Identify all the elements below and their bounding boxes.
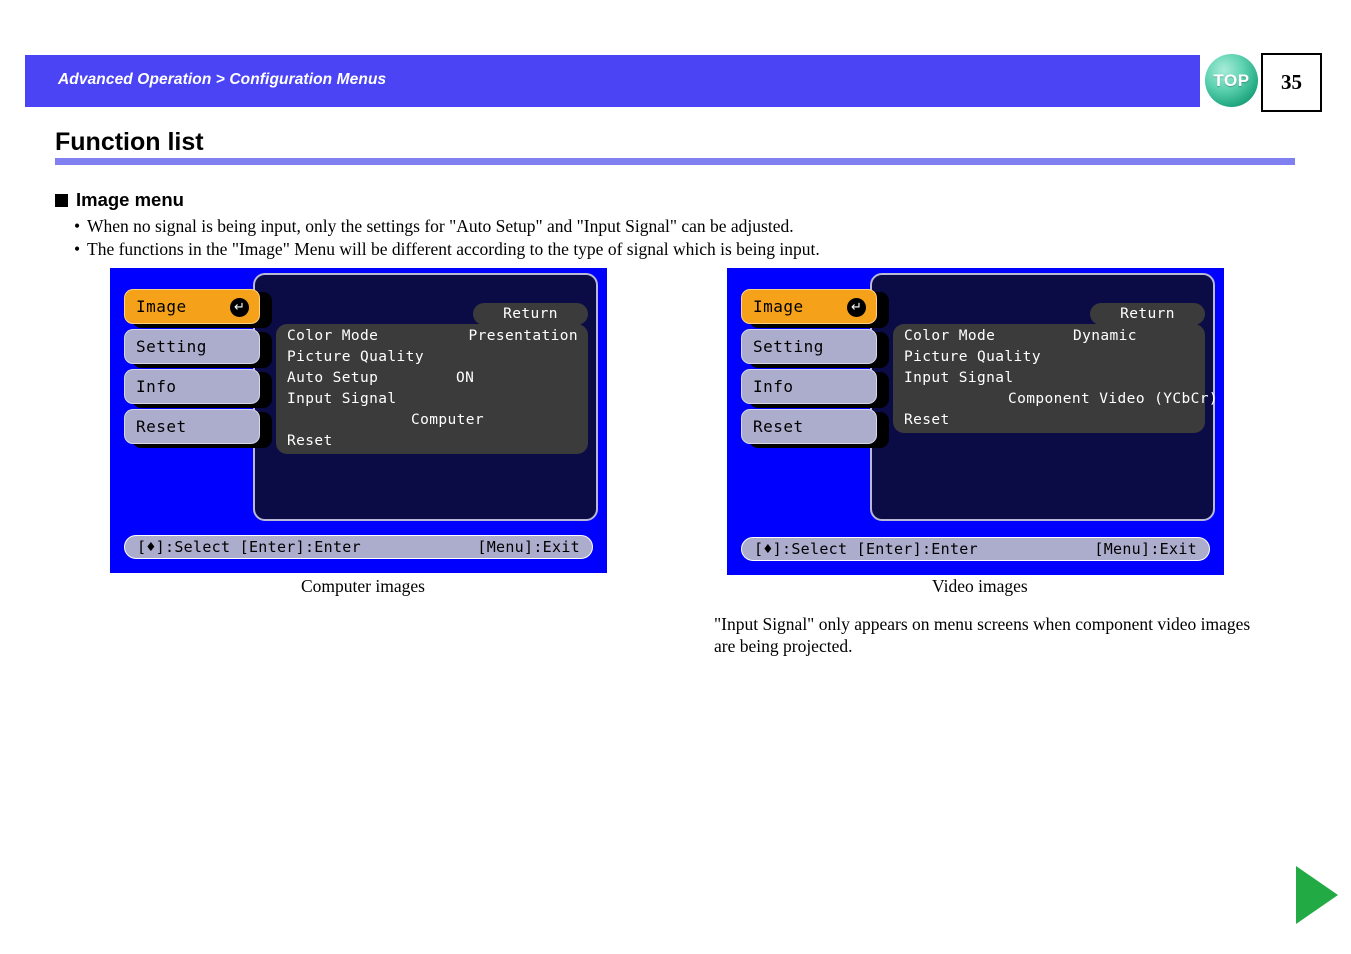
bullet-icon: • (74, 216, 81, 236)
osd-sidebar-label: Image (136, 297, 187, 316)
projector-osd-computer: Return Color Mode Presentation Picture Q… (110, 268, 607, 573)
osd-submenu-panel: Return Color Mode Dynamic Picture Qualit… (870, 273, 1218, 521)
osd-row[interactable]: Color Mode Dynamic (893, 325, 1205, 346)
figure-caption-video: Video images (932, 576, 1028, 596)
osd-row[interactable]: Input Signal (893, 367, 1205, 388)
osd-sidebar-label: Info (136, 377, 177, 396)
osd-row-label: Color Mode (287, 327, 379, 344)
osd-sidebar-item-info[interactable]: Info (124, 369, 272, 408)
osd-return-label: Return (503, 306, 558, 322)
title-rule (55, 158, 1295, 165)
osd-row-label: Color Mode (904, 327, 996, 344)
osd-sidebar-item-reset[interactable]: Reset (124, 409, 272, 448)
osd-row[interactable]: Component Video (YCbCr) (893, 388, 1218, 409)
osd-row[interactable]: Auto Setup ON (276, 367, 588, 388)
osd-sidebar-label: Info (753, 377, 794, 396)
osd-row-value: Component Video (YCbCr) (1008, 390, 1218, 407)
osd-return-row[interactable]: Return (473, 303, 588, 325)
osd-row-group: Color Mode Dynamic Picture Quality Input… (893, 324, 1218, 433)
osd-sidebar-item-info[interactable]: Info (741, 369, 889, 408)
osd-row[interactable]: Input Signal (276, 388, 588, 409)
osd-sidebar-item-reset[interactable]: Reset (741, 409, 889, 448)
osd-item-face: Reset (741, 409, 877, 444)
note-item: • The functions in the "Image" Menu will … (74, 239, 820, 260)
osd-row[interactable]: Picture Quality (893, 346, 1205, 367)
osd-row-label: Reset (287, 432, 333, 449)
osd-hint-select: [♦]:Select [Enter]:Enter (137, 538, 361, 556)
top-button-label: TOP (1213, 70, 1250, 90)
osd-item-face: Reset (124, 409, 260, 444)
osd-row[interactable]: Reset (893, 409, 1205, 430)
input-signal-note: "Input Signal" only appears on menu scre… (714, 614, 1251, 656)
osd-sidebar: Image ↵ Setting Info Reset (741, 289, 889, 449)
osd-row-value: Presentation (468, 327, 578, 344)
osd-sidebar-label: Reset (136, 417, 187, 436)
enter-icon: ↵ (230, 298, 249, 317)
osd-hint-exit: [Menu]:Exit (477, 538, 580, 556)
osd-row-label: Picture Quality (287, 348, 424, 365)
note-text: The functions in the "Image" Menu will b… (87, 239, 820, 259)
page-title: Function list (55, 128, 204, 156)
osd-row[interactable]: Color Mode Presentation (276, 325, 588, 346)
osd-sidebar: Image ↵ Setting Info Reset (124, 289, 272, 449)
osd-item-face: Info (124, 369, 260, 404)
osd-item-face: Image ↵ (741, 289, 877, 324)
osd-row[interactable]: Picture Quality (276, 346, 588, 367)
osd-row[interactable]: Reset (276, 430, 588, 451)
osd-sidebar-item-setting[interactable]: Setting (741, 329, 889, 368)
osd-row-label: Reset (904, 411, 950, 428)
osd-row-label: Auto Setup (287, 369, 379, 386)
osd-return-row[interactable]: Return (1090, 303, 1205, 325)
osd-item-face: Setting (741, 329, 877, 364)
page-number-badge: 35 (1261, 53, 1322, 112)
osd-hint-bar: [♦]:Select [Enter]:Enter [Menu]:Exit (124, 535, 593, 559)
osd-sidebar-label: Reset (753, 417, 804, 436)
next-page-arrow-icon[interactable] (1296, 866, 1338, 924)
osd-item-face: Image ↵ (124, 289, 260, 324)
osd-row-label: Picture Quality (904, 348, 1041, 365)
header-bar: Advanced Operation > Configuration Menus (25, 55, 1200, 107)
osd-row-label: Input Signal (904, 369, 1014, 386)
osd-hint-select: [♦]:Select [Enter]:Enter (754, 540, 978, 558)
osd-row-label: Input Signal (287, 390, 397, 407)
figure-caption-computer: Computer images (301, 576, 425, 596)
osd-hint-exit: [Menu]:Exit (1094, 540, 1197, 558)
note-text: When no signal is being input, only the … (87, 216, 794, 236)
breadcrumb: Advanced Operation > Configuration Menus (58, 71, 387, 88)
osd-sidebar-label: Setting (753, 337, 824, 356)
note-item: • When no signal is being input, only the… (74, 216, 794, 237)
osd-row-value: Dynamic (1073, 327, 1137, 344)
osd-return-label: Return (1120, 306, 1175, 322)
osd-item-face: Setting (124, 329, 260, 364)
section-heading: Image menu (55, 189, 184, 211)
osd-sidebar-item-image[interactable]: Image ↵ (741, 289, 889, 328)
section-heading-label: Image menu (76, 189, 184, 210)
projector-osd-video: Return Color Mode Dynamic Picture Qualit… (727, 268, 1224, 575)
osd-sidebar-label: Image (753, 297, 804, 316)
square-bullet-icon (55, 193, 68, 207)
osd-hint-bar: [♦]:Select [Enter]:Enter [Menu]:Exit (741, 537, 1210, 561)
top-button[interactable]: TOP (1205, 54, 1258, 107)
osd-sidebar-label: Setting (136, 337, 207, 356)
osd-row-value: ON (456, 369, 475, 386)
osd-row-group: Color Mode Presentation Picture Quality … (276, 324, 588, 454)
osd-sidebar-item-image[interactable]: Image ↵ (124, 289, 272, 328)
osd-row[interactable]: Computer (276, 409, 588, 430)
osd-row-value: Computer (411, 411, 485, 428)
osd-item-face: Info (741, 369, 877, 404)
bullet-icon: • (74, 239, 81, 259)
osd-sidebar-item-setting[interactable]: Setting (124, 329, 272, 368)
enter-icon: ↵ (847, 298, 866, 317)
osd-submenu-panel: Return Color Mode Presentation Picture Q… (253, 273, 598, 521)
